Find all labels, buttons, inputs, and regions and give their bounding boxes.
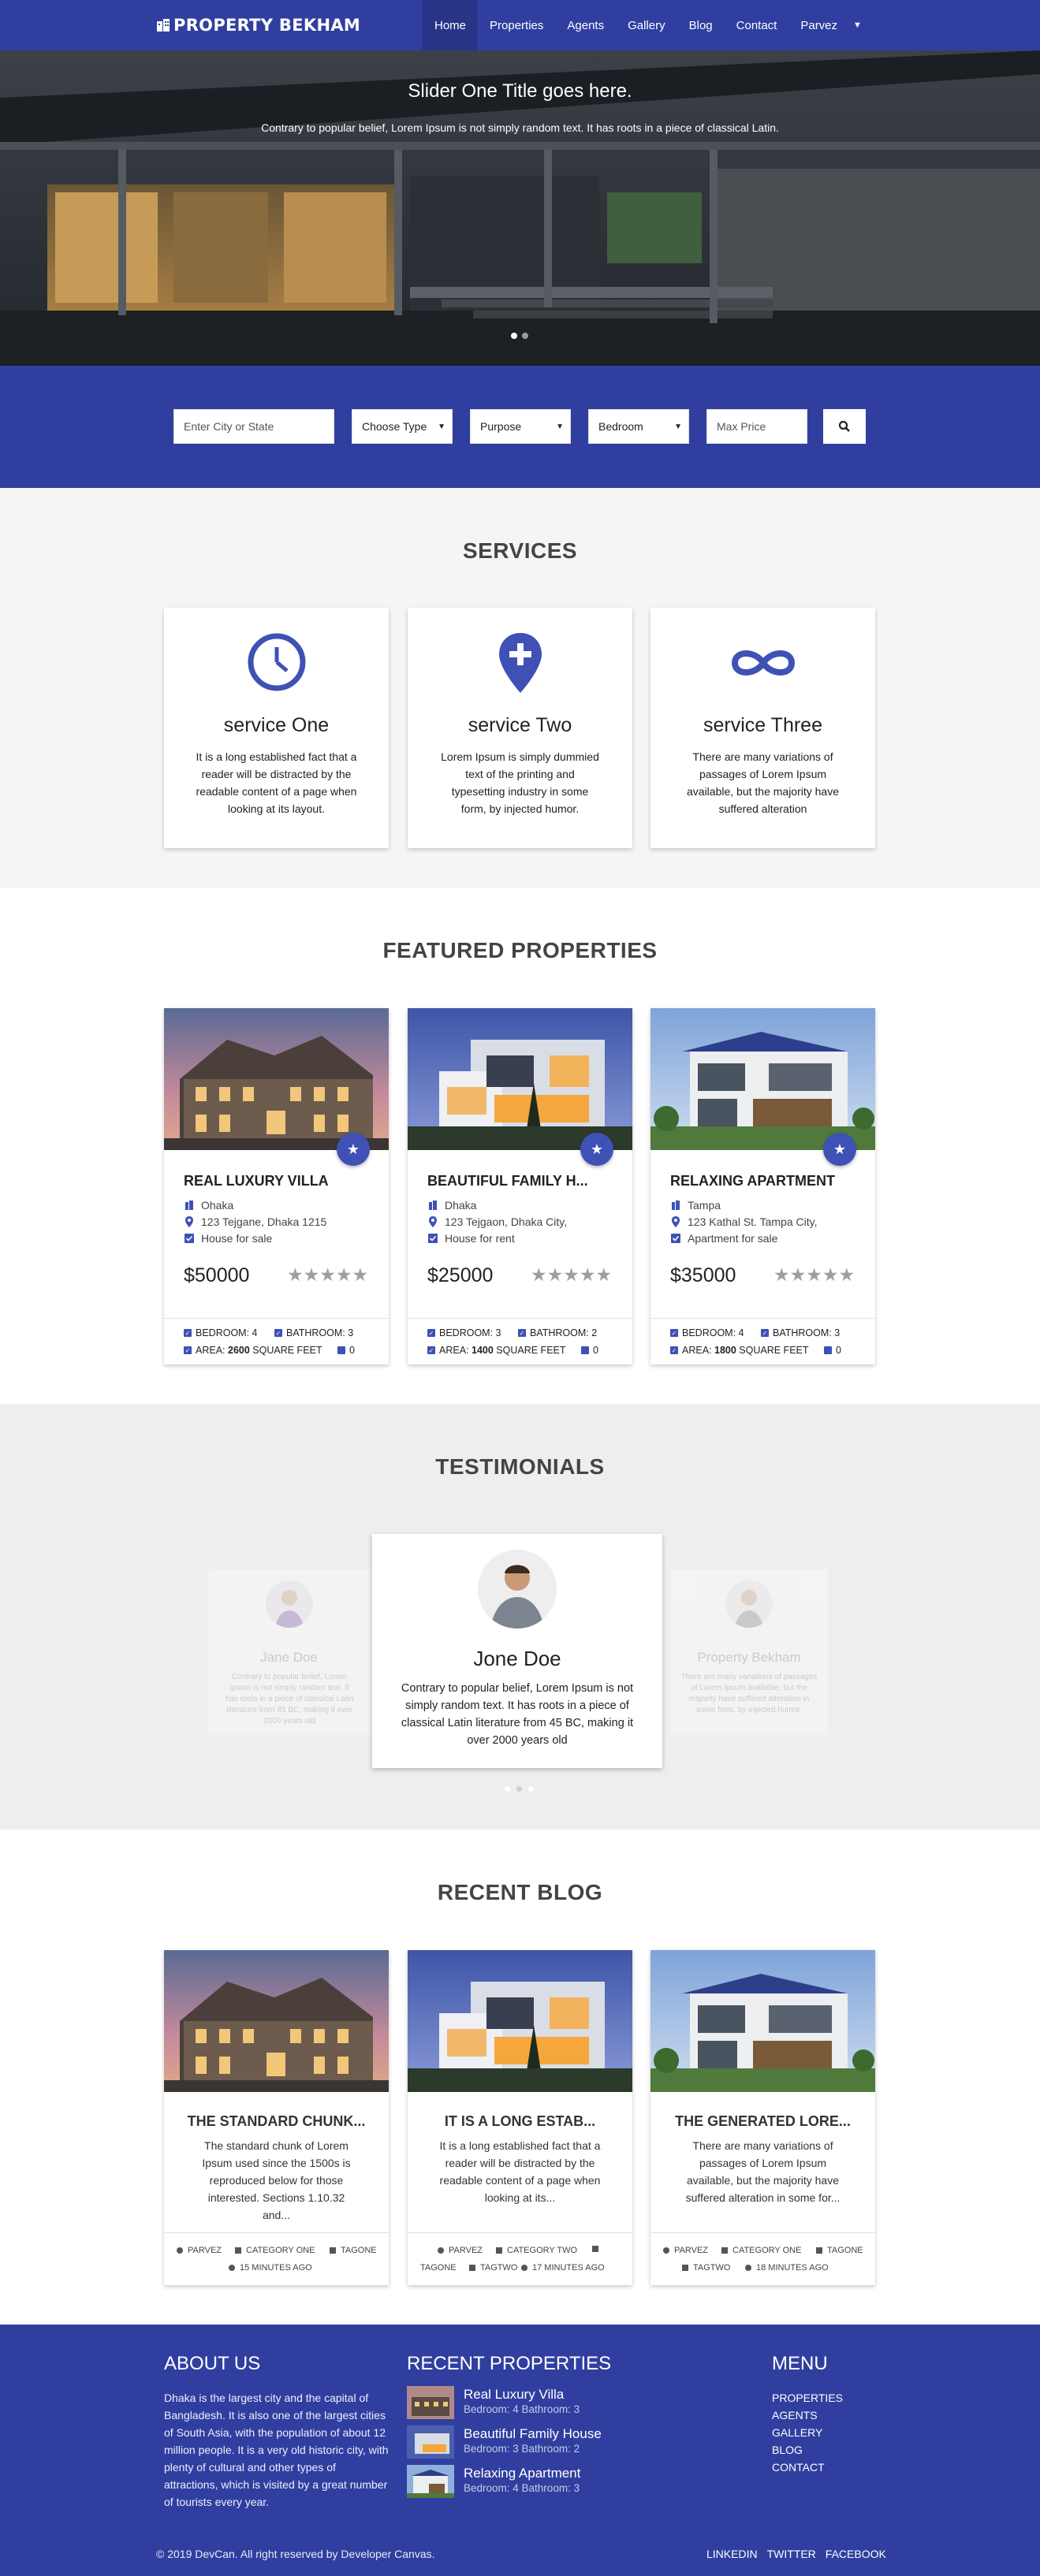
nav-home[interactable]: Home [423, 0, 479, 50]
building-icon [157, 19, 170, 32]
nav-gallery[interactable]: Gallery [616, 0, 677, 50]
top-navbar: PROPERTY BEKHAM Home Properties Agents G… [0, 0, 1040, 50]
nav-properties[interactable]: Properties [478, 0, 555, 50]
nav-agents[interactable]: Agents [555, 0, 616, 50]
brand-name: PROPERTY BEKHAM [173, 16, 361, 35]
nav-user-menu[interactable]: Parvez ▼ [788, 0, 874, 50]
brand-logo[interactable]: PROPERTY BEKHAM [156, 0, 360, 50]
caret-down-icon: ▼ [853, 20, 862, 30]
page-spacer [0, 0, 1040, 2576]
main-menu: Home Properties Agents Gallery Blog Cont… [423, 0, 874, 50]
nav-blog[interactable]: Blog [677, 0, 725, 50]
nav-contact[interactable]: Contact [725, 0, 789, 50]
user-name: Parvez [800, 18, 838, 32]
